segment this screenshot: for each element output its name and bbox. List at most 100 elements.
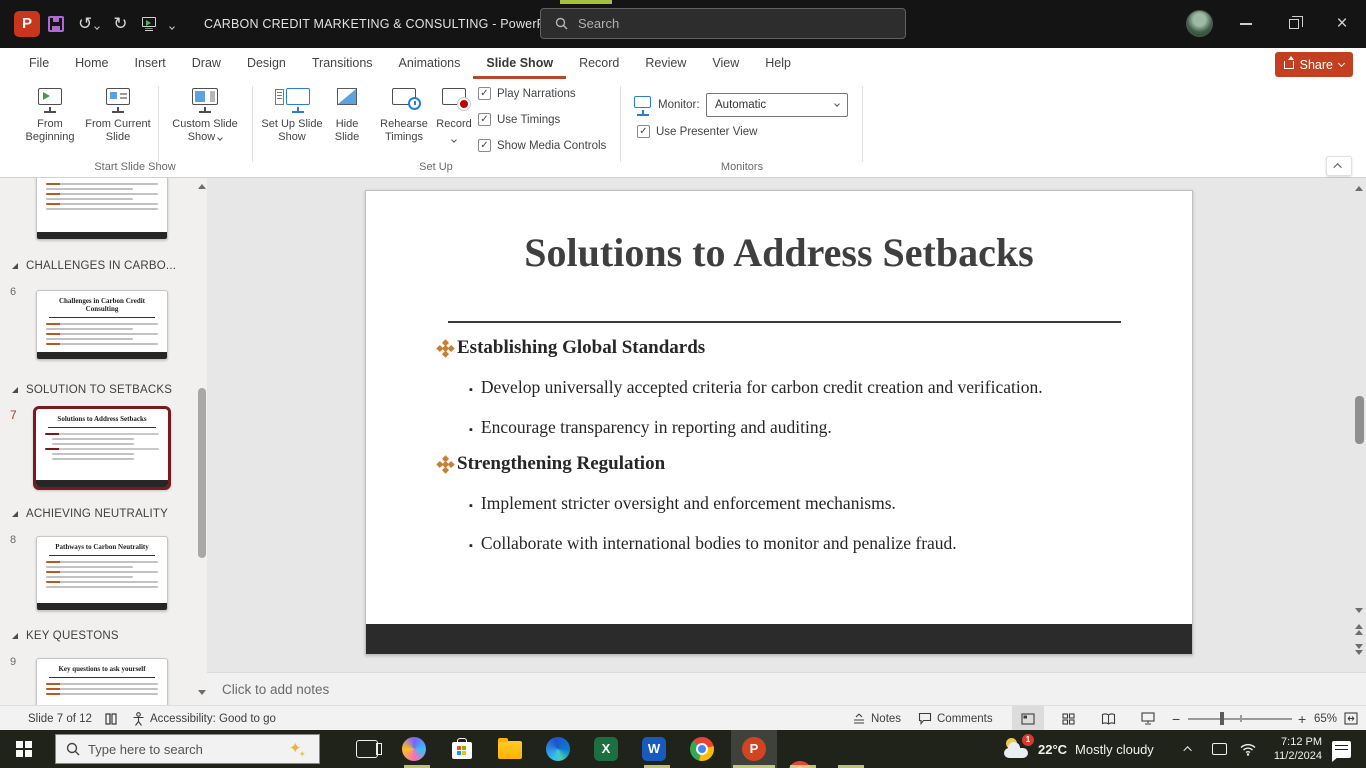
comments-toggle[interactable]: Comments xyxy=(918,706,993,731)
tab-transitions[interactable]: Transitions xyxy=(299,48,386,79)
share-button[interactable]: Share xyxy=(1275,52,1353,77)
tab-view[interactable]: View xyxy=(699,48,752,79)
taskbar-search-box[interactable]: ✦✦ xyxy=(55,734,320,764)
copilot-icon[interactable] xyxy=(402,737,426,761)
hide-slide-button[interactable]: Hide Slide xyxy=(324,86,370,144)
slide-heading-1[interactable]: Establishing Global Standards xyxy=(441,337,705,359)
slide-6-thumbnail[interactable]: Challenges in Carbon Credit Consulting xyxy=(36,290,168,360)
edge-icon[interactable] xyxy=(546,737,570,761)
previous-slide-button[interactable] xyxy=(1355,624,1363,635)
zoom-level[interactable]: 65% xyxy=(1314,706,1337,731)
file-explorer-icon[interactable] xyxy=(498,737,522,761)
custom-slide-show-button[interactable]: Custom Slide Show xyxy=(166,86,244,144)
scroll-up-icon[interactable] xyxy=(198,184,206,189)
monitor-slide-icon xyxy=(106,88,130,105)
from-current-slide-button[interactable]: From Current Slide xyxy=(84,86,152,144)
taskbar-search-input[interactable] xyxy=(88,742,258,757)
wifi-icon[interactable] xyxy=(1240,730,1256,768)
monitor-select[interactable]: Automatic xyxy=(706,93,848,117)
fit-slide-button[interactable] xyxy=(1344,706,1358,731)
zoom-in-button[interactable]: + xyxy=(1298,706,1306,731)
section-header-achieving[interactable]: ACHIEVING NEUTRALITY xyxy=(12,508,168,520)
tab-home[interactable]: Home xyxy=(62,48,121,79)
scroll-down-icon[interactable] xyxy=(1355,608,1363,613)
slide-canvas[interactable]: Solutions to Address Setbacks Establishi… xyxy=(365,190,1193,655)
section-header-key-questions[interactable]: KEY QUESTONS xyxy=(12,630,119,642)
accessibility-status[interactable]: Accessibility: Good to go xyxy=(132,706,276,731)
notification-center-button[interactable] xyxy=(1332,730,1351,768)
slide-bullet[interactable]: ▪ Encourage transparency in reporting an… xyxy=(469,417,832,438)
slide-sorter-view-button[interactable] xyxy=(1052,706,1084,731)
show-hidden-icons-button[interactable] xyxy=(1186,730,1192,768)
tab-review[interactable]: Review xyxy=(632,48,699,79)
tab-slide-show[interactable]: Slide Show xyxy=(473,48,566,79)
main-scrollbar[interactable] xyxy=(1352,178,1366,672)
section-header-solution[interactable]: SOLUTION TO SETBACKS xyxy=(12,384,172,396)
titlebar-search-box[interactable] xyxy=(540,8,906,39)
customize-qat-icon[interactable] xyxy=(170,14,174,34)
notes-toggle[interactable]: Notes xyxy=(852,706,901,731)
rehearse-timings-button[interactable]: Rehearse Timings xyxy=(374,86,434,144)
use-timings-checkbox[interactable]: ✓ Use Timings xyxy=(478,113,560,126)
from-beginning-button[interactable]: From Beginning xyxy=(18,86,82,144)
tab-insert[interactable]: Insert xyxy=(122,48,179,79)
tray-time: 7:12 PM xyxy=(1268,736,1322,750)
restore-button[interactable] xyxy=(1272,0,1316,48)
sidebar-scrollbar-thumb[interactable] xyxy=(198,388,206,558)
clock-widget[interactable]: 7:12 PM 11/2/2024 xyxy=(1268,730,1322,768)
zoom-out-button[interactable]: − xyxy=(1172,706,1180,731)
slide-5-thumbnail[interactable]: Marketing xyxy=(36,178,168,240)
tab-help[interactable]: Help xyxy=(752,48,804,79)
slide-bullet[interactable]: ▪ Collaborate with international bodies … xyxy=(469,533,957,554)
show-media-controls-checkbox[interactable]: ✓ Show Media Controls xyxy=(478,139,606,152)
zoom-slider-thumb[interactable] xyxy=(1220,712,1224,725)
workspace: Marketing CHALLENGES IN CARBO... 6 Chall… xyxy=(0,178,1366,705)
slide-title[interactable]: Solutions to Address Setbacks xyxy=(366,229,1192,276)
reading-view-button[interactable] xyxy=(1092,706,1124,731)
normal-view-button[interactable] xyxy=(1012,706,1044,731)
spell-check-icon[interactable] xyxy=(104,706,118,731)
save-icon[interactable] xyxy=(48,16,64,32)
close-button[interactable]: × xyxy=(1320,0,1364,48)
collapse-ribbon-button[interactable] xyxy=(1326,156,1352,176)
start-button[interactable] xyxy=(0,730,48,768)
undo-icon[interactable]: ↺ xyxy=(78,14,99,34)
section-header-challenges[interactable]: CHALLENGES IN CARBO... xyxy=(12,260,176,272)
microsoft-store-icon[interactable] xyxy=(450,737,474,761)
slide-show-view-button[interactable] xyxy=(1132,706,1164,731)
use-presenter-view-checkbox[interactable]: ✓ Use Presenter View xyxy=(637,125,757,138)
notes-pane[interactable]: Click to add notes xyxy=(207,672,1366,705)
start-slideshow-icon[interactable] xyxy=(142,17,156,27)
search-input[interactable] xyxy=(578,16,858,31)
main-scrollbar-thumb[interactable] xyxy=(1355,396,1364,444)
powerpoint-taskbar-icon[interactable]: P xyxy=(742,737,766,761)
redo-icon[interactable]: ↻ xyxy=(113,14,127,34)
tab-animations[interactable]: Animations xyxy=(386,48,474,79)
task-view-button[interactable] xyxy=(356,737,380,761)
set-up-slide-show-button[interactable]: Set Up Slide Show xyxy=(258,86,326,144)
next-slide-button[interactable] xyxy=(1355,644,1363,655)
record-button[interactable]: Record xyxy=(432,86,476,146)
slide-bullet[interactable]: ▪ Implement stricter oversight and enfor… xyxy=(469,493,896,514)
slide-bullet[interactable]: ▪ Develop universally accepted criteria … xyxy=(469,377,1043,398)
notes-placeholder[interactable]: Click to add notes xyxy=(222,682,329,697)
tab-design[interactable]: Design xyxy=(234,48,299,79)
tab-draw[interactable]: Draw xyxy=(179,48,234,79)
minimize-button[interactable] xyxy=(1224,0,1268,48)
slide-9-thumbnail[interactable]: Key questions to ask yourself xyxy=(36,658,168,705)
slide-heading-2[interactable]: Strengthening Regulation xyxy=(441,453,665,475)
tab-record[interactable]: Record xyxy=(566,48,632,79)
sidebar-scrollbar[interactable] xyxy=(197,178,207,705)
play-narrations-checkbox[interactable]: ✓ Play Narrations xyxy=(478,87,576,100)
tab-file[interactable]: File xyxy=(16,48,62,79)
scroll-down-icon[interactable] xyxy=(198,690,206,695)
chrome-icon[interactable] xyxy=(690,737,714,761)
tablet-mode-icon[interactable] xyxy=(1212,730,1227,768)
slide-7-thumbnail-selected[interactable]: Solutions to Address Setbacks xyxy=(33,406,171,490)
weather-widget[interactable]: 1 22°C Mostly cloudy xyxy=(1004,730,1154,768)
slide-8-thumbnail[interactable]: Pathways to Carbon Neutrality xyxy=(36,536,168,611)
scroll-up-icon[interactable] xyxy=(1355,186,1363,191)
word-icon[interactable]: W xyxy=(642,737,666,761)
excel-icon[interactable]: X xyxy=(594,737,618,761)
user-avatar[interactable] xyxy=(1186,10,1213,37)
